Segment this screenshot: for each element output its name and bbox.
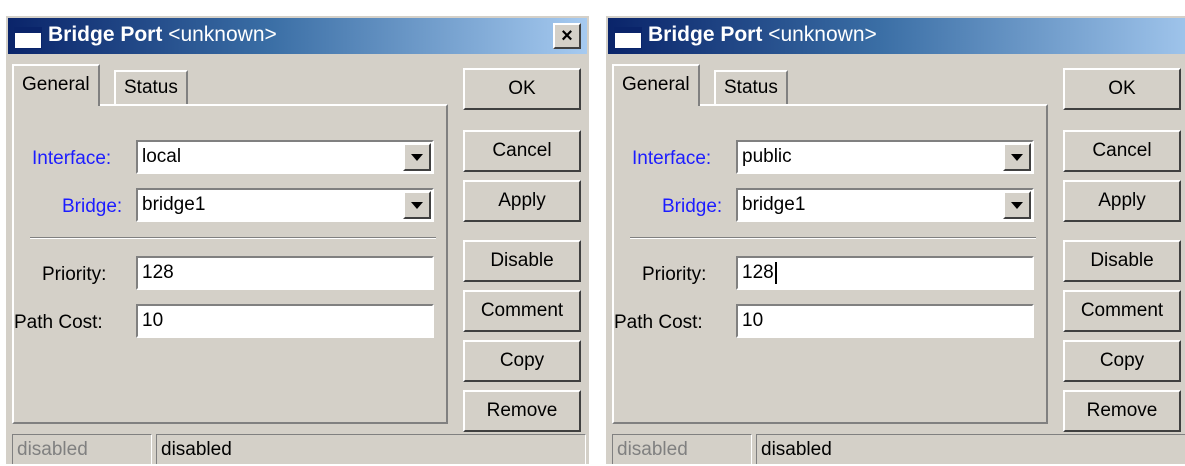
priority-value: 128 <box>142 262 174 283</box>
remove-button[interactable]: Remove <box>463 390 581 432</box>
cancel-button[interactable]: Cancel <box>1063 130 1181 172</box>
comment-button[interactable]: Comment <box>1063 290 1181 332</box>
tab-status[interactable]: Status <box>714 70 788 106</box>
cancel-button[interactable]: Cancel <box>463 130 581 172</box>
text-caret <box>774 261 777 284</box>
bridge-dropdown[interactable]: bridge1 <box>736 188 1034 222</box>
chevron-down-icon[interactable] <box>403 191 431 219</box>
tab-general[interactable]: General <box>12 64 100 106</box>
window-title: Bridge Port <unknown> <box>48 23 277 46</box>
path-cost-value: 10 <box>142 310 164 331</box>
ok-button[interactable]: OK <box>463 68 581 110</box>
chevron-down-icon[interactable] <box>1003 191 1031 219</box>
status-field-enabled: disabled <box>612 434 752 464</box>
status-field-state: disabled <box>756 434 1185 464</box>
priority-label: Priority: <box>42 264 107 285</box>
interface-label: Interface: <box>32 148 112 169</box>
close-button[interactable]: × <box>553 23 581 49</box>
priority-value: 128 <box>742 262 774 283</box>
path-cost-input[interactable]: 10 <box>736 304 1034 338</box>
bridge-value: bridge1 <box>742 194 806 215</box>
interface-dropdown[interactable]: public <box>736 140 1034 174</box>
ok-button[interactable]: OK <box>1063 68 1181 110</box>
title-bar[interactable]: Bridge Port <unknown> × <box>608 18 1185 54</box>
path-cost-input[interactable]: 10 <box>136 304 434 338</box>
interface-value: local <box>142 146 182 167</box>
title-bar[interactable]: Bridge Port <unknown> × <box>8 18 587 54</box>
window-icon <box>614 27 642 49</box>
interface-label: Interface: <box>632 148 712 169</box>
remove-button[interactable]: Remove <box>1063 390 1181 432</box>
divider <box>30 237 436 239</box>
disable-button[interactable]: Disable <box>1063 240 1181 282</box>
interface-dropdown[interactable]: local <box>136 140 434 174</box>
status-field-state: disabled <box>156 434 586 464</box>
comment-button[interactable]: Comment <box>463 290 581 332</box>
path-cost-value: 10 <box>742 310 764 331</box>
bridge-port-window-left: Bridge Port <unknown> × General Status I… <box>4 14 589 464</box>
status-field-enabled: disabled <box>12 434 152 464</box>
bridge-label: Bridge: <box>62 196 123 217</box>
priority-label: Priority: <box>642 264 707 285</box>
copy-button[interactable]: Copy <box>463 340 581 382</box>
bridge-value: bridge1 <box>142 194 206 215</box>
priority-input[interactable]: 128 <box>136 256 434 290</box>
path-cost-label: Path Cost: <box>614 312 703 333</box>
priority-input[interactable]: 128 <box>736 256 1034 290</box>
apply-button[interactable]: Apply <box>463 180 581 222</box>
divider <box>630 237 1036 239</box>
bridge-port-window-right: Bridge Port <unknown> × General Status I… <box>604 14 1185 464</box>
bridge-dropdown[interactable]: bridge1 <box>136 188 434 222</box>
path-cost-label: Path Cost: <box>14 312 103 333</box>
interface-value: public <box>742 146 792 167</box>
chevron-down-icon[interactable] <box>403 143 431 171</box>
chevron-down-icon[interactable] <box>1003 143 1031 171</box>
window-title: Bridge Port <unknown> <box>648 23 877 46</box>
disable-button[interactable]: Disable <box>463 240 581 282</box>
apply-button[interactable]: Apply <box>1063 180 1181 222</box>
bridge-label: Bridge: <box>662 196 723 217</box>
tab-general[interactable]: General <box>612 64 700 106</box>
tab-status[interactable]: Status <box>114 70 188 106</box>
window-icon <box>14 27 42 49</box>
copy-button[interactable]: Copy <box>1063 340 1181 382</box>
